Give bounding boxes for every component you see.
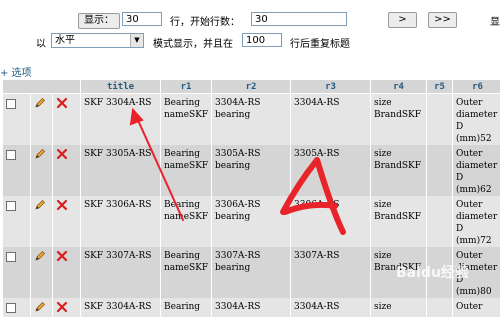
- table-cell: 3304A-RS: [291, 94, 371, 146]
- delete-cell: [53, 247, 81, 298]
- pencil-icon[interactable]: [34, 255, 46, 265]
- table-cell: Bearing nameSKF: [161, 145, 212, 196]
- watermark: Baidu经验: [396, 262, 469, 282]
- column-header-r3[interactable]: r3: [291, 80, 371, 94]
- table-cell: 3304A-RS bearing: [212, 94, 291, 146]
- column-header-r1[interactable]: r1: [161, 80, 212, 94]
- table-row: SKF 3304A-RSBearing3304A-RS3304A-RSsizeO…: [3, 298, 500, 317]
- row-checkbox[interactable]: [6, 201, 16, 211]
- table-row: SKF 3304A-RSBearing nameSKF3304A-RS bear…: [3, 94, 500, 146]
- repeat-header-input[interactable]: 100: [242, 33, 282, 47]
- row-checkbox[interactable]: [6, 303, 16, 313]
- delete-cell: [53, 145, 81, 196]
- edit-cell: [31, 196, 53, 247]
- show-button[interactable]: 显示：: [78, 13, 120, 29]
- table-cell: size: [371, 298, 427, 317]
- next-page-button[interactable]: >: [388, 12, 417, 28]
- last-page-button[interactable]: >>: [428, 12, 457, 28]
- table-cell: SKF 3306A-RS: [81, 196, 161, 247]
- start-row-input[interactable]: 30: [251, 12, 347, 26]
- repeat-header-label: 行后重复标题: [290, 35, 350, 50]
- table-cell: Outer diameter D (mm)62: [453, 145, 500, 196]
- table-cell: Bearing nameSKF: [161, 94, 212, 146]
- row-checkbox-cell: [3, 145, 31, 196]
- delete-x-icon[interactable]: [56, 102, 68, 112]
- pencil-icon[interactable]: [34, 204, 46, 214]
- table-cell: size BrandSKF: [371, 94, 427, 146]
- row-checkbox-cell: [3, 298, 31, 317]
- table-cell: Outer: [453, 298, 500, 317]
- column-header-r4[interactable]: r4: [371, 80, 427, 94]
- table-cell: SKF 3304A-RS: [81, 298, 161, 317]
- mode-prefix-label: 以: [36, 35, 46, 50]
- edit-cell: [31, 145, 53, 196]
- edit-cell: [31, 247, 53, 298]
- delete-x-icon[interactable]: [56, 204, 68, 214]
- table-cell: [427, 94, 453, 146]
- table-cell: Outer diameter D (mm)72: [453, 196, 500, 247]
- column-header-r2[interactable]: r2: [212, 80, 291, 94]
- column-header-r5[interactable]: r5: [427, 80, 453, 94]
- header-actions: [3, 80, 81, 94]
- edge-text: 显: [490, 13, 500, 28]
- table-cell: Outer diameter D (mm)52: [453, 94, 500, 146]
- table-cell: Bearing: [161, 298, 212, 317]
- pencil-icon[interactable]: [34, 306, 46, 316]
- table-cell: 3304A-RS: [212, 298, 291, 317]
- delete-cell: [53, 94, 81, 146]
- table-cell: [427, 145, 453, 196]
- display-mode-select[interactable]: 水平 ▼: [51, 33, 144, 48]
- edit-cell: [31, 94, 53, 146]
- table-cell: 3305A-RS: [291, 145, 371, 196]
- rows-count-input[interactable]: 30: [122, 12, 162, 26]
- mode-label: 模式显示，并且在: [153, 35, 233, 50]
- display-mode-value: 水平: [55, 35, 75, 46]
- row-checkbox-cell: [3, 94, 31, 146]
- pencil-icon[interactable]: [34, 102, 46, 112]
- table-cell: [427, 298, 453, 317]
- delete-x-icon[interactable]: [56, 255, 68, 265]
- edit-cell: [31, 298, 53, 317]
- column-header-r6[interactable]: r6: [453, 80, 500, 94]
- delete-x-icon[interactable]: [56, 153, 68, 163]
- row-checkbox-cell: [3, 196, 31, 247]
- table-cell: SKF 3304A-RS: [81, 94, 161, 146]
- table-row: SKF 3306A-RSBearing nameSKF3306A-RS bear…: [3, 196, 500, 247]
- table-header-row: title r1 r2 r3 r4 r5 r6: [3, 80, 500, 94]
- table-cell: 3307A-RS bearing: [212, 247, 291, 298]
- table-cell: Bearing nameSKF: [161, 196, 212, 247]
- delete-cell: [53, 196, 81, 247]
- row-checkbox[interactable]: [6, 150, 16, 160]
- table-cell: 3304A-RS: [291, 298, 371, 317]
- table-cell: SKF 3307A-RS: [81, 247, 161, 298]
- table-cell: 3307A-RS: [291, 247, 371, 298]
- table-cell: [427, 196, 453, 247]
- table-cell: Bearing nameSKF: [161, 247, 212, 298]
- chevron-down-icon[interactable]: ▼: [130, 34, 143, 47]
- column-header-title[interactable]: title: [81, 80, 161, 94]
- delete-cell: [53, 298, 81, 317]
- table-cell: 3305A-RS bearing: [212, 145, 291, 196]
- table-cell: 3306A-RS: [291, 196, 371, 247]
- row-checkbox-cell: [3, 247, 31, 298]
- row-checkbox[interactable]: [6, 252, 16, 262]
- table-row: SKF 3305A-RSBearing nameSKF3305A-RS bear…: [3, 145, 500, 196]
- rows-start-label: 行，开始行数：: [170, 13, 240, 28]
- options-link[interactable]: + 选项: [0, 64, 32, 79]
- table-cell: SKF 3305A-RS: [81, 145, 161, 196]
- table-cell: size BrandSKF: [371, 196, 427, 247]
- table-cell: 3306A-RS bearing: [212, 196, 291, 247]
- row-checkbox[interactable]: [6, 99, 16, 109]
- table-cell: size BrandSKF: [371, 145, 427, 196]
- delete-x-icon[interactable]: [56, 306, 68, 316]
- pencil-icon[interactable]: [34, 153, 46, 163]
